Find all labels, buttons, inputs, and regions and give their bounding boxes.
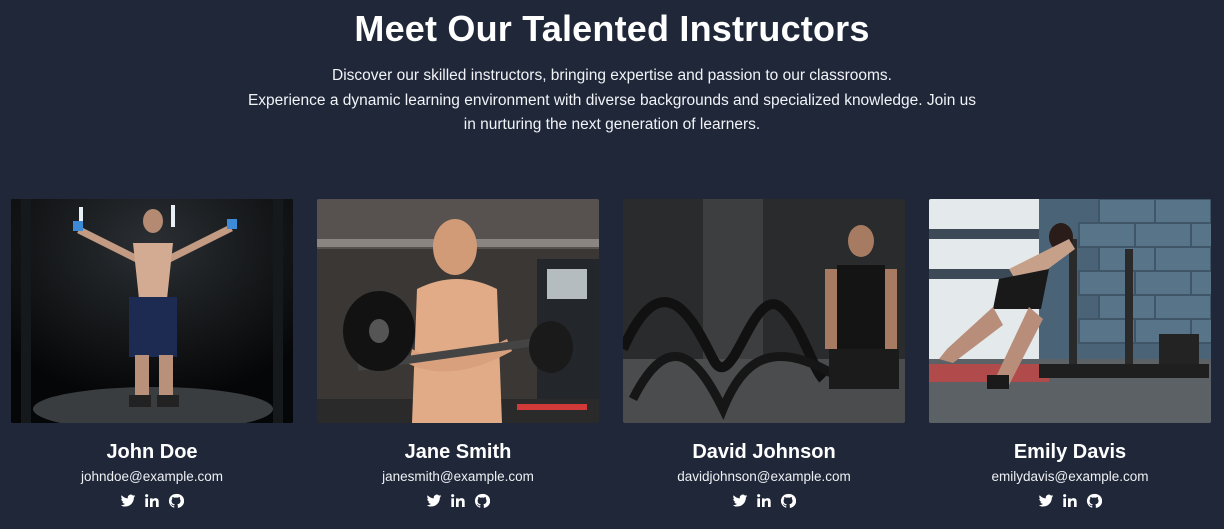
twitter-icon[interactable]: [120, 493, 136, 509]
linkedin-icon[interactable]: [756, 493, 772, 509]
instructor-name: Emily Davis: [1013, 441, 1127, 463]
linkedin-icon[interactable]: [1062, 493, 1078, 509]
instructor-card: David Johnson davidjohnson@example.com: [623, 199, 905, 529]
social-links: [929, 493, 1211, 509]
instructor-card: Jane Smith janesmith@example.com: [317, 199, 599, 529]
instructor-photo: [929, 199, 1211, 423]
social-links: [317, 493, 599, 509]
github-icon[interactable]: [1086, 493, 1102, 509]
linkedin-icon[interactable]: [450, 493, 466, 509]
github-icon[interactable]: [780, 493, 796, 509]
instructor-email: davidjohnson@example.com: [677, 469, 851, 484]
instructor-name: John Doe: [106, 441, 198, 463]
page-title: Meet Our Talented Instructors: [354, 8, 870, 49]
github-icon[interactable]: [168, 493, 184, 509]
instructor-photo: [11, 199, 293, 423]
instructor-photo: [317, 199, 599, 423]
intro-line-1: Discover our skilled instructors, bringi…: [332, 67, 892, 84]
instructor-card: John Doe johndoe@example.com: [11, 199, 293, 529]
twitter-icon[interactable]: [426, 493, 442, 509]
instructors-page: Meet Our Talented Instructors Discover o…: [0, 0, 1224, 529]
linkedin-icon[interactable]: [144, 493, 160, 509]
instructor-card: Emily Davis emilydavis@example.com: [929, 199, 1211, 529]
intro-text: Discover our skilled instructors, bringi…: [232, 64, 992, 138]
twitter-icon[interactable]: [732, 493, 748, 509]
instructor-name: Jane Smith: [404, 441, 512, 463]
twitter-icon[interactable]: [1038, 493, 1054, 509]
instructor-email: johndoe@example.com: [80, 469, 224, 484]
instructor-photo: [623, 199, 905, 423]
instructor-email: emilydavis@example.com: [991, 469, 1149, 484]
intro-line-3: in nurturing the next generation of lear…: [463, 116, 761, 133]
instructor-email: janesmith@example.com: [382, 469, 534, 484]
github-icon[interactable]: [474, 493, 490, 509]
social-links: [623, 493, 905, 509]
intro-line-2: Experience a dynamic learning environmen…: [247, 91, 977, 109]
instructor-name: David Johnson: [692, 441, 836, 463]
social-links: [11, 493, 293, 509]
